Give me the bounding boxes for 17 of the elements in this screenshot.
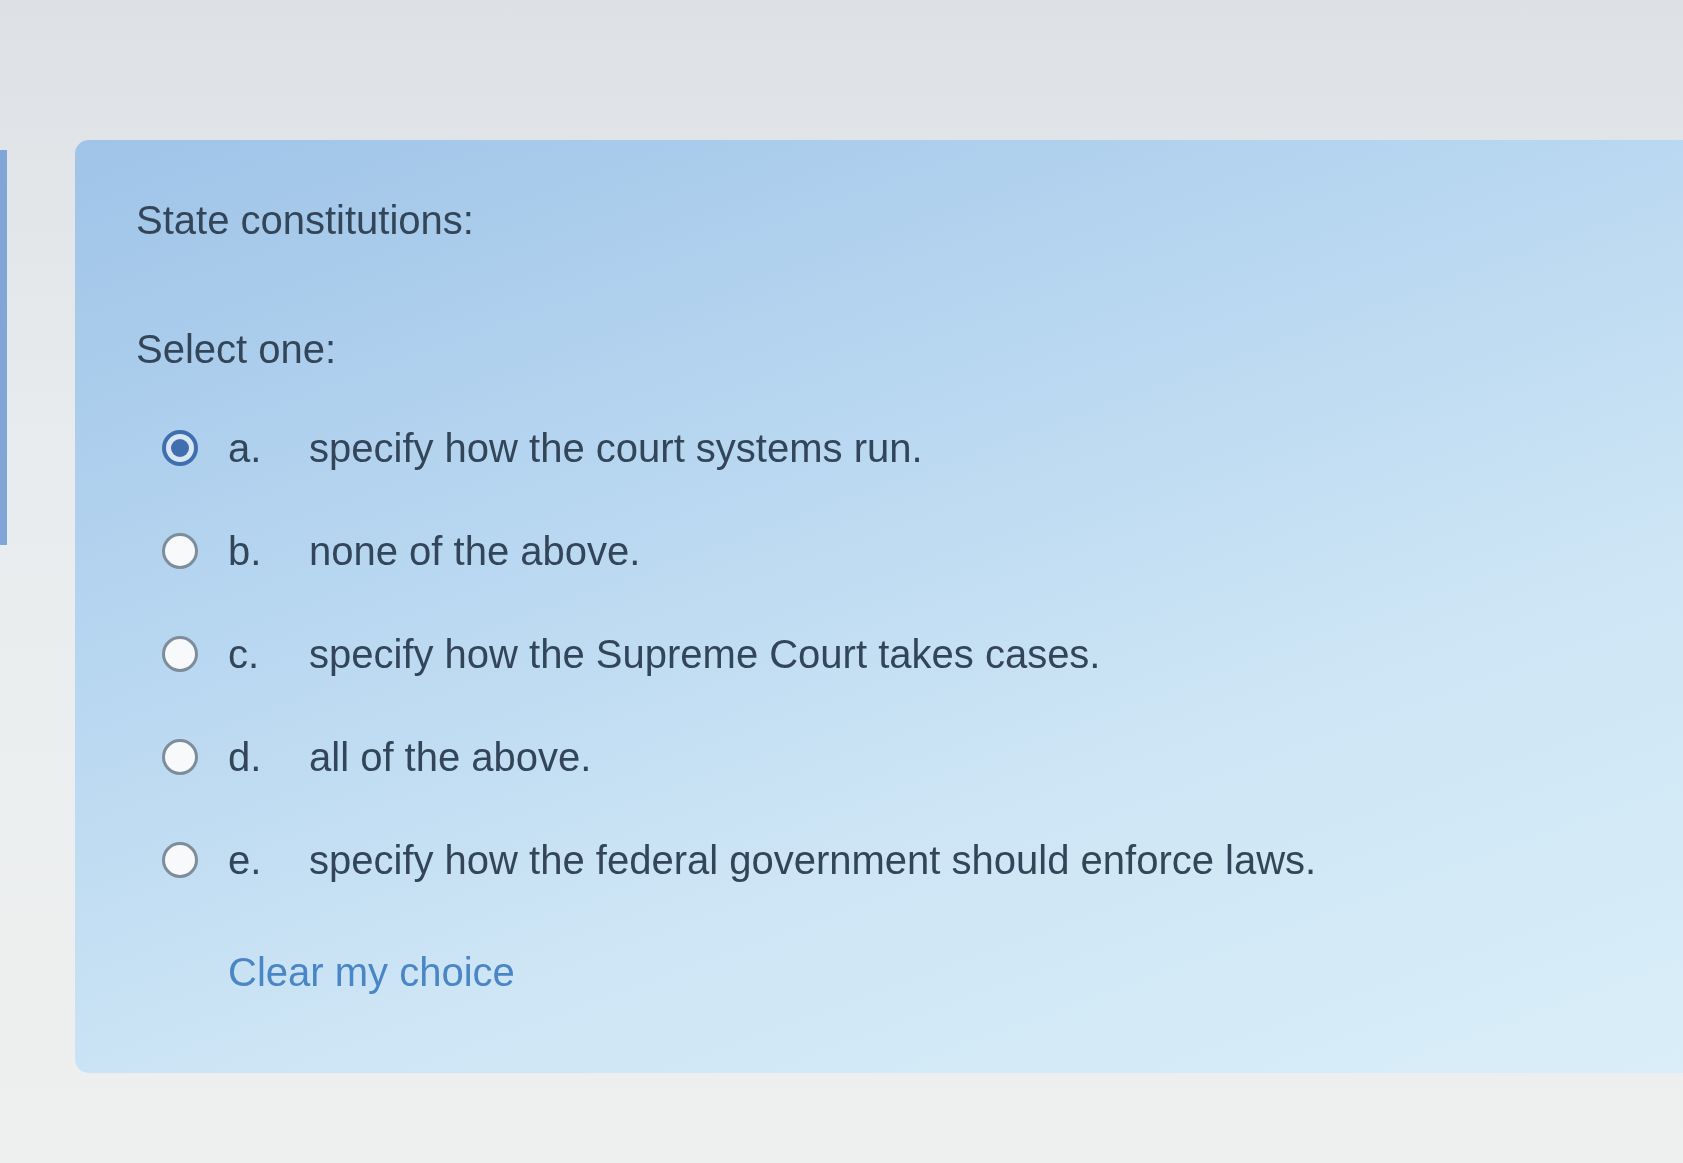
radio-button[interactable] [162, 533, 198, 569]
option-letter: d. [228, 735, 262, 779]
option-label[interactable]: specify how the Supreme Court takes cases. [309, 630, 1101, 678]
option-label[interactable]: specify how the court systems run. [309, 424, 923, 472]
radio-button[interactable] [162, 739, 198, 775]
radio-button[interactable] [162, 430, 198, 466]
option-letter: a. [228, 426, 262, 470]
radio-button[interactable] [162, 636, 198, 672]
question-text: State constitutions: [136, 197, 474, 244]
option-label[interactable]: all of the above. [309, 733, 592, 781]
radio-button[interactable] [162, 842, 198, 878]
instruction-text: Select one: [136, 326, 337, 373]
option-label[interactable]: specify how the federal government should enforce laws. [309, 836, 1317, 884]
option-letter: c. [228, 632, 260, 676]
option-letter: e. [228, 838, 262, 882]
option-label[interactable]: none of the above. [309, 527, 641, 575]
option-letter: b. [228, 529, 262, 573]
